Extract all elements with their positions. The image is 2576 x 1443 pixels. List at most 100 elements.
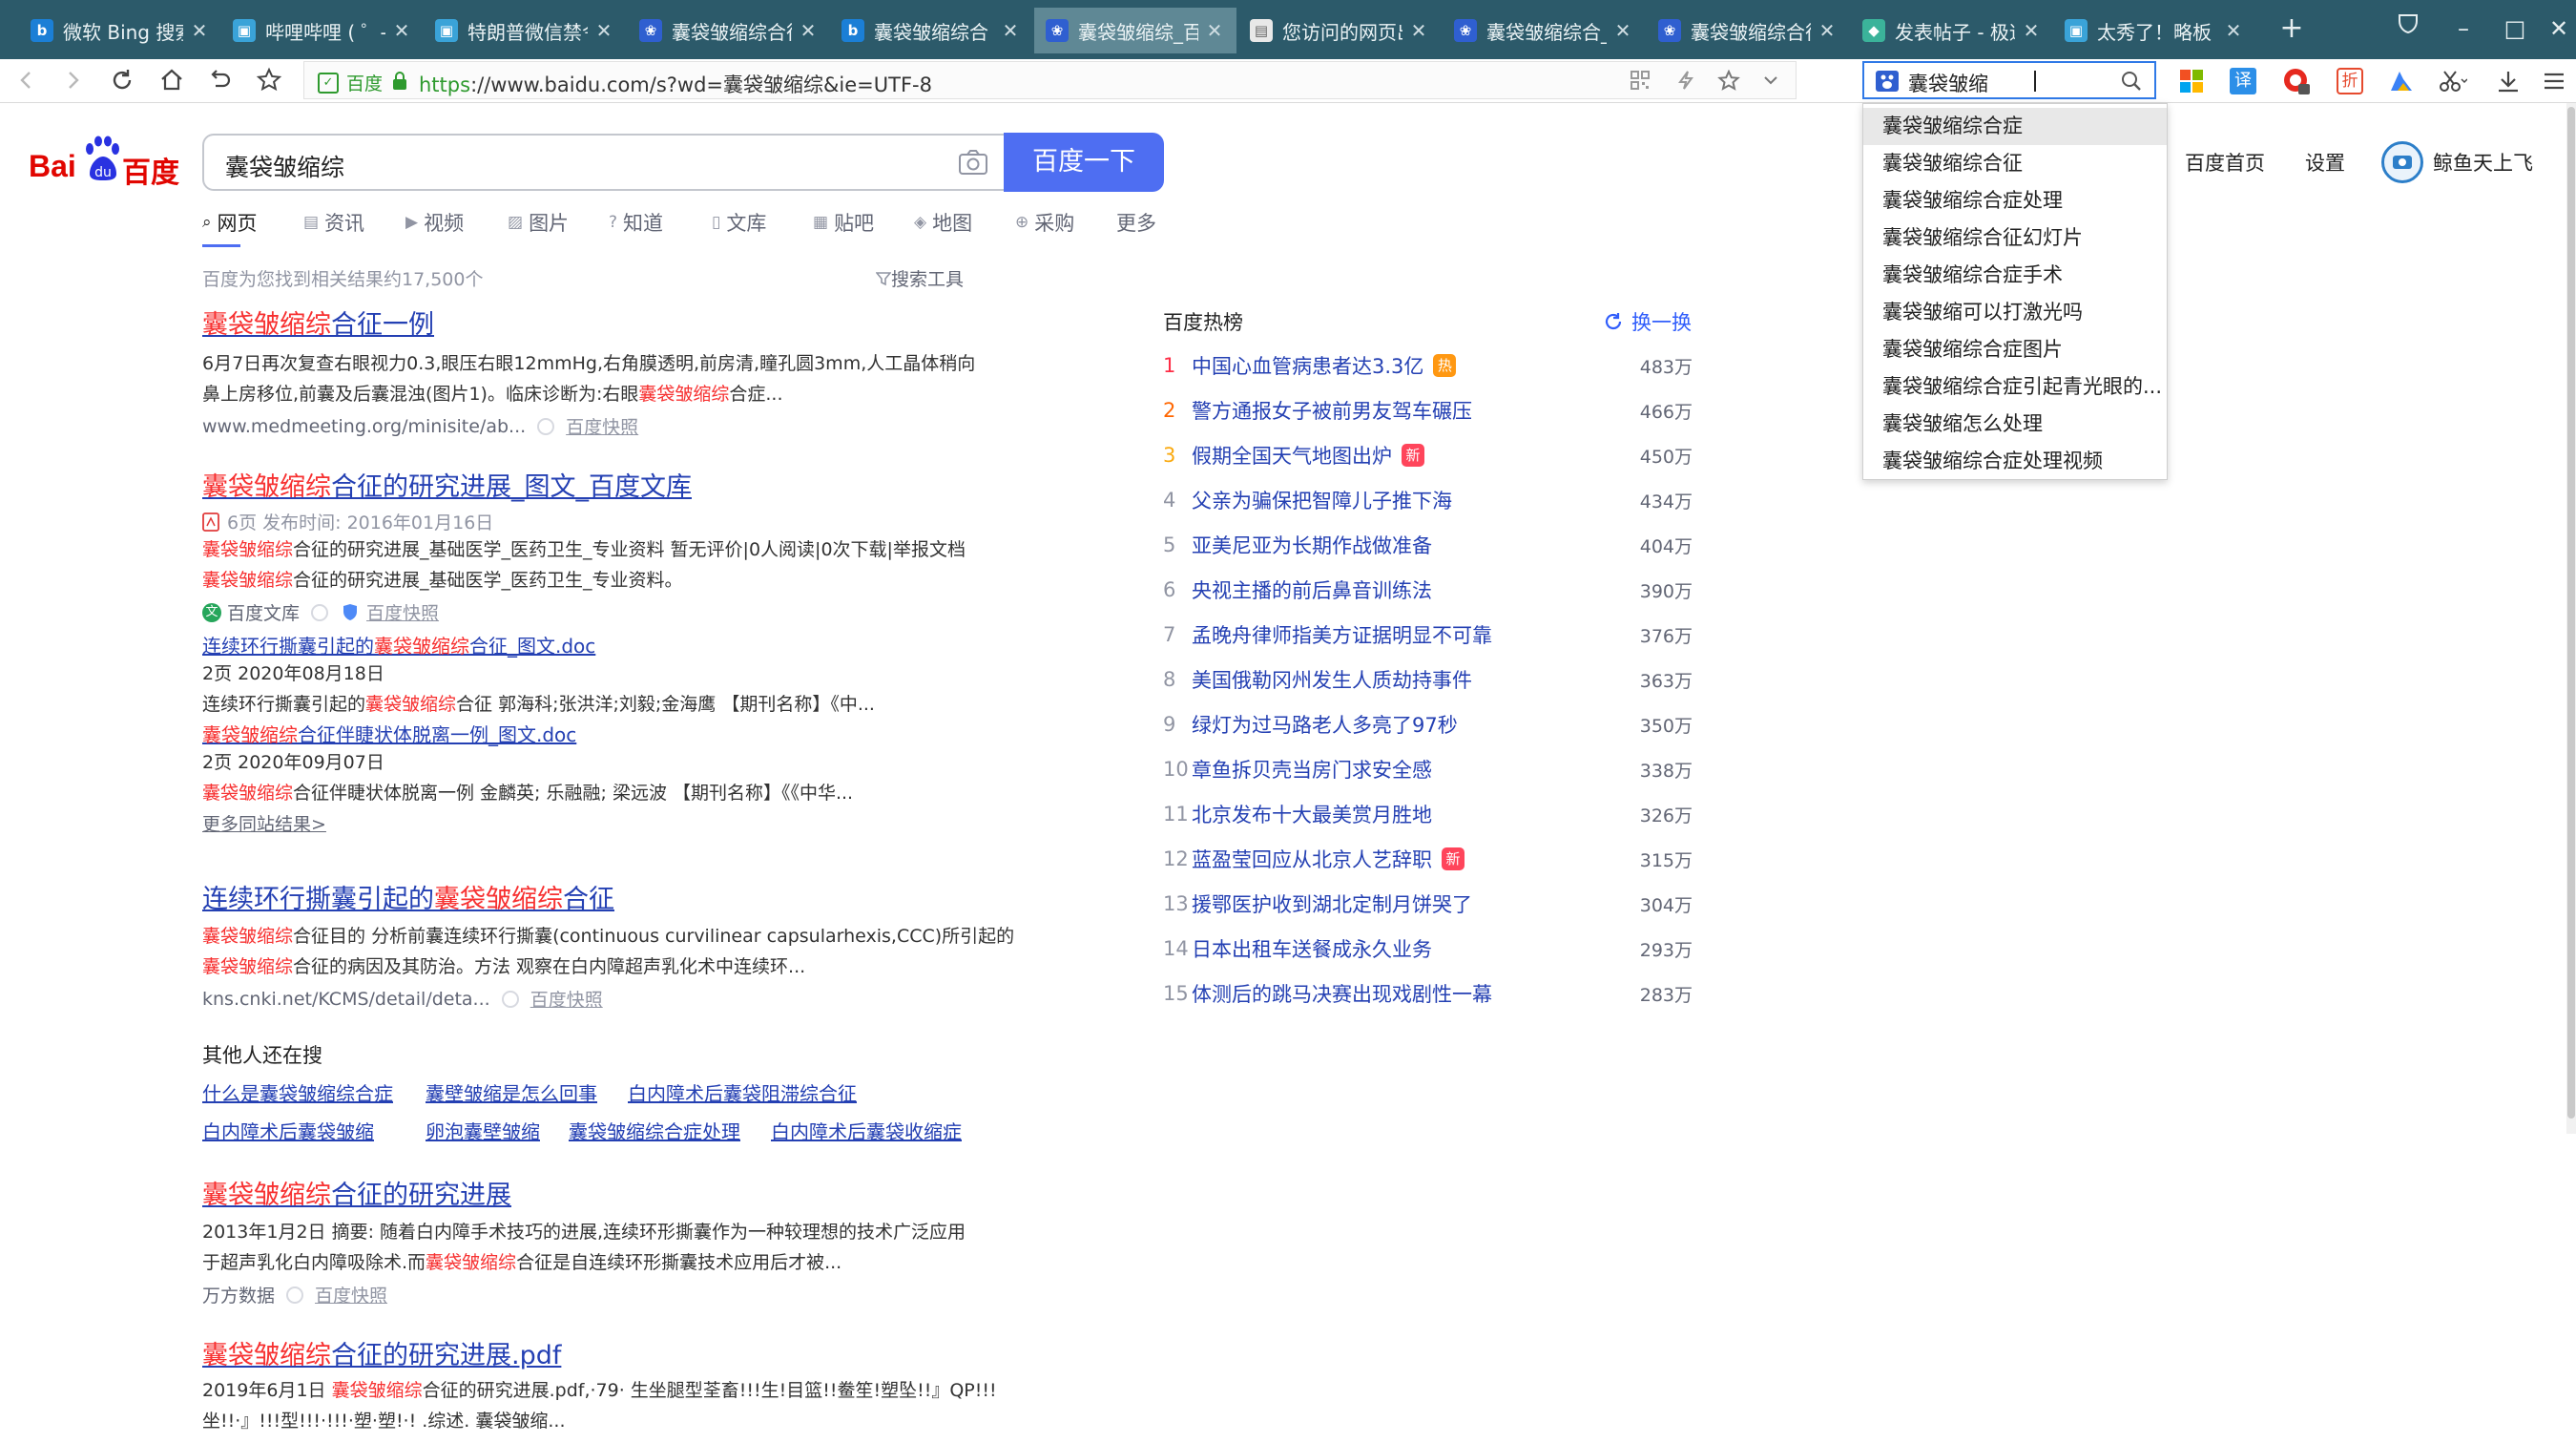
apps-grid-icon[interactable] <box>2175 65 2208 97</box>
adblock-icon[interactable] <box>2280 65 2313 97</box>
hot-list-item[interactable]: 12 蓝盈莹回应从北京人艺辞职新 315万 <box>1163 837 1697 881</box>
hot-list-item[interactable]: 3 假期全国天气地图出炉新 450万 <box>1163 433 1697 477</box>
hot-item-link[interactable]: 日本出租车送餐成永久业务 <box>1192 934 1432 963</box>
related-search-link[interactable]: 囊袋皱缩综合症处理 <box>569 1117 740 1144</box>
baidu-home-link[interactable]: 百度首页 <box>2185 148 2265 177</box>
nav-tab-8[interactable]: ⊕ 采购 <box>1015 208 1074 237</box>
nav-tab-9[interactable]: 更多 <box>1116 208 1156 237</box>
browser-tab[interactable]: b 囊袋皱缩综合 ✕ <box>830 8 1032 53</box>
nav-tab-7[interactable]: ◈ 地图 <box>914 208 972 237</box>
minimize-window-button[interactable]: – <box>2442 8 2484 50</box>
snapshot-link[interactable]: 百度快照 <box>566 413 638 439</box>
result-url-text[interactable]: www.medmeeting.org/minisite/ab... <box>202 416 526 437</box>
hot-list-item[interactable]: 8 美国俄勒冈州发生人质劫持事件 363万 <box>1163 658 1697 701</box>
extension-icon[interactable] <box>2385 65 2418 97</box>
snapshot-link[interactable]: 百度快照 <box>315 1282 387 1307</box>
nav-tab-3[interactable]: ▨ 图片 <box>508 208 569 237</box>
qr-code-icon[interactable] <box>1630 70 1651 94</box>
hot-list-item[interactable]: 13 援鄂医护收到湖北定制月饼哭了 304万 <box>1163 882 1697 926</box>
browser-search-field[interactable]: 囊袋皱缩 <box>1862 61 2156 99</box>
more-site-results-link[interactable]: 更多同站结果> <box>202 810 1023 836</box>
close-tab-icon[interactable]: ✕ <box>1000 19 1021 42</box>
snapshot-link[interactable]: 百度快照 <box>530 986 603 1012</box>
nav-tab-1[interactable]: ▤ 资讯 <box>303 208 364 237</box>
related-search-link[interactable]: 白内障术后囊袋收缩症 <box>771 1117 962 1144</box>
browser-tab[interactable]: ▤ 您访问的网页出 ✕ <box>1238 8 1441 53</box>
hot-item-link[interactable]: 北京发布十大最美赏月胜地 <box>1192 800 1432 828</box>
hot-list-item[interactable]: 10 章鱼拆贝壳当房门求安全感 338万 <box>1163 747 1697 791</box>
hot-item-link[interactable]: 警方通报女子被前男友驾车碾压 <box>1192 396 1472 425</box>
translate-icon[interactable]: 译 <box>2227 65 2259 97</box>
refresh-hot-list-button[interactable]: 换一换 <box>1603 307 1692 336</box>
hot-list-item[interactable]: 6 央视主播的前后鼻音训练法 390万 <box>1163 568 1697 612</box>
hot-list-item[interactable]: 1 中国心血管病患者达3.3亿热 483万 <box>1163 344 1697 387</box>
close-tab-icon[interactable]: ✕ <box>2223 19 2244 42</box>
close-window-button[interactable]: ✕ <box>2538 8 2576 50</box>
browser-tab[interactable]: ▣ 太秀了！略板 ✕ <box>2053 8 2255 53</box>
browser-tab[interactable]: ❀ 囊袋皱缩综_百度 ✕ <box>1034 8 1236 53</box>
source-name[interactable]: 万方数据 <box>202 1282 275 1307</box>
lightning-icon[interactable] <box>1675 70 1696 94</box>
download-icon[interactable] <box>2492 65 2524 97</box>
suggestion-item[interactable]: 囊袋皱缩综合症图片 <box>1863 331 2167 368</box>
related-search-link[interactable]: 白内障术后囊袋皱缩 <box>202 1117 374 1144</box>
result-title-link[interactable]: 囊袋皱缩综合征的研究进展_图文_百度文库 <box>202 466 1023 503</box>
close-tab-icon[interactable]: ✕ <box>2021 19 2042 42</box>
hot-item-link[interactable]: 中国心血管病患者达3.3亿 <box>1192 351 1423 380</box>
hot-item-link[interactable]: 体测后的跳马决赛出现戏剧性一幕 <box>1192 979 1492 1008</box>
menu-icon[interactable] <box>2538 65 2570 97</box>
undo-close-icon[interactable] <box>200 61 239 99</box>
dropdown-circle-icon[interactable] <box>537 417 555 435</box>
forward-icon[interactable] <box>53 61 92 99</box>
browser-tab[interactable]: ◆ 发表帖子 - 极速 ✕ <box>1851 8 2053 53</box>
maximize-window-button[interactable]: □ <box>2494 8 2536 50</box>
related-search-link[interactable]: 白内障术后囊袋阻滞综合征 <box>628 1078 857 1106</box>
nav-tab-2[interactable]: ▶ 视频 <box>405 208 464 237</box>
suggestion-item[interactable]: 囊袋皱缩综合征幻灯片 <box>1863 220 2167 257</box>
nav-tab-0[interactable]: ⌕ 网页 <box>202 208 258 237</box>
hot-list-item[interactable]: 5 亚美尼亚为长期作战做准备 404万 <box>1163 523 1697 567</box>
hot-item-link[interactable]: 央视主播的前后鼻音训练法 <box>1192 575 1432 604</box>
scrollbar-thumb[interactable] <box>2567 107 2575 1119</box>
browser-tab[interactable]: ❀ 囊袋皱缩综合_ ✕ <box>1443 8 1645 53</box>
baidu-logo[interactable]: Bai du 百度 <box>29 136 181 190</box>
browser-tab[interactable]: ❀ 囊袋皱缩综合征 ✕ <box>1647 8 1849 53</box>
hot-list-item[interactable]: 11 北京发布十大最美赏月胜地 326万 <box>1163 792 1697 836</box>
source-name[interactable]: 百度文库 <box>227 599 300 625</box>
hot-item-link[interactable]: 假期全国天气地图出炉 <box>1192 441 1392 470</box>
username[interactable]: 鲸鱼天上飞 <box>2433 148 2533 177</box>
suggestion-item[interactable]: 囊袋皱缩综合征 <box>1863 145 2167 182</box>
suggestion-item[interactable]: 囊袋皱缩怎么处理 <box>1863 406 2167 443</box>
browser-tab[interactable]: ▣ 特朗普微信禁令 ✕ <box>424 8 626 53</box>
camera-icon[interactable] <box>958 149 988 179</box>
result-url-text[interactable]: kns.cnki.net/KCMS/detail/deta... <box>202 989 490 1010</box>
address-bar[interactable]: ✓ 百度 https://www.baidu.com/s?wd=囊袋皱缩综&ie… <box>303 61 1797 99</box>
nav-tab-4[interactable]: ? 知道 <box>609 208 663 237</box>
chevron-down-icon[interactable] <box>1761 71 1780 94</box>
hot-item-link[interactable]: 孟晚舟律师指美方证据明显不可靠 <box>1192 620 1492 649</box>
related-search-link[interactable]: 什么是囊袋皱缩综合症 <box>202 1078 393 1106</box>
hot-item-link[interactable]: 章鱼拆贝壳当房门求安全感 <box>1192 755 1432 784</box>
close-tab-icon[interactable]: ✕ <box>1408 19 1429 42</box>
dropdown-circle-icon[interactable] <box>286 1286 304 1304</box>
snapshot-link[interactable]: 百度快照 <box>366 599 439 625</box>
result-title-link[interactable]: 囊袋皱缩综合征一例 <box>202 303 1023 341</box>
suggestion-item[interactable]: 囊袋皱缩可以打激光吗 <box>1863 294 2167 331</box>
dropdown-circle-icon[interactable] <box>311 603 329 621</box>
suggestion-item[interactable]: 囊袋皱缩综合症手术 <box>1863 257 2167 294</box>
query-input[interactable]: 囊袋皱缩综 <box>202 134 1006 191</box>
close-tab-icon[interactable]: ✕ <box>391 19 412 42</box>
hot-list-item[interactable]: 9 绿灯为过马路老人多亮了97秒 350万 <box>1163 702 1697 746</box>
related-search-link[interactable]: 囊壁皱缩是怎么回事 <box>426 1078 597 1106</box>
dropdown-circle-icon[interactable] <box>501 990 519 1008</box>
suggestion-item[interactable]: 囊袋皱缩综合症引起青光眼的... <box>1863 368 2167 406</box>
back-icon[interactable] <box>8 61 46 99</box>
nav-tab-5[interactable]: ▯ 文库 <box>712 208 766 237</box>
close-tab-icon[interactable]: ✕ <box>189 19 210 42</box>
discount-icon[interactable]: 折 <box>2334 65 2366 97</box>
close-tab-icon[interactable]: ✕ <box>1204 19 1225 42</box>
scissors-icon[interactable] <box>2437 65 2469 97</box>
baidu-search-button[interactable]: 百度一下 <box>1004 133 1164 192</box>
reload-icon[interactable] <box>103 61 141 99</box>
avatar[interactable] <box>2381 141 2423 183</box>
